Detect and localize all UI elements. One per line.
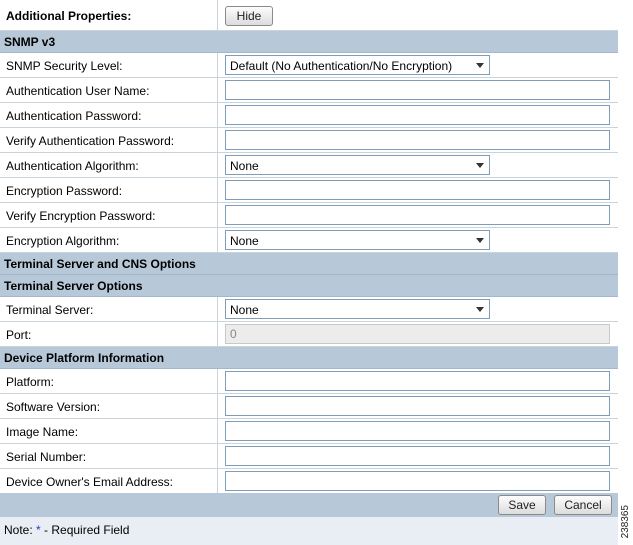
chevron-down-icon (476, 63, 484, 68)
owner-email-row: Device Owner's Email Address: (0, 469, 618, 494)
verify-encryption-password-input[interactable] (225, 205, 610, 225)
verify-auth-password-input[interactable] (225, 130, 610, 150)
serial-number-row: Serial Number: (0, 444, 618, 469)
encryption-algorithm-row: Encryption Algorithm: None (0, 228, 618, 253)
auth-algorithm-select[interactable]: None (225, 155, 490, 175)
auth-user-name-input[interactable] (225, 80, 610, 100)
encryption-password-row: Encryption Password: (0, 178, 618, 203)
terminal-server-cns-section-header: Terminal Server and CNS Options (0, 253, 618, 275)
encryption-password-input[interactable] (225, 180, 610, 200)
verify-auth-password-label: Verify Authentication Password: (6, 134, 175, 148)
terminal-server-label: Terminal Server: (6, 303, 94, 317)
serial-number-label: Serial Number: (6, 450, 87, 464)
auth-user-name-row: Authentication User Name: (0, 78, 618, 103)
snmp-security-level-select[interactable]: Default (No Authentication/No Encryption… (225, 55, 490, 75)
verify-encryption-password-row: Verify Encryption Password: (0, 203, 618, 228)
port-input (225, 324, 610, 344)
auth-algorithm-label: Authentication Algorithm: (6, 159, 139, 173)
encryption-algorithm-select[interactable]: None (225, 230, 490, 250)
auth-password-input[interactable] (225, 105, 610, 125)
port-row: Port: (0, 322, 618, 347)
software-version-row: Software Version: (0, 394, 618, 419)
terminal-server-row: Terminal Server: None (0, 297, 618, 322)
port-label: Port: (6, 328, 32, 342)
auth-password-row: Authentication Password: (0, 103, 618, 128)
image-name-label: Image Name: (6, 425, 79, 439)
auth-user-name-label: Authentication User Name: (6, 84, 150, 98)
verify-encryption-password-label: Verify Encryption Password: (6, 209, 156, 223)
encryption-algorithm-label: Encryption Algorithm: (6, 234, 120, 248)
owner-email-input[interactable] (225, 471, 610, 491)
verify-auth-password-row: Verify Authentication Password: (0, 128, 618, 153)
software-version-label: Software Version: (6, 400, 101, 414)
snmp-security-level-row: SNMP Security Level: Default (No Authent… (0, 53, 618, 78)
required-field-note: Note: * - Required Field (0, 517, 618, 545)
chevron-down-icon (476, 163, 484, 168)
software-version-input[interactable] (225, 396, 610, 416)
terminal-server-options-subheader: Terminal Server Options (0, 275, 618, 297)
action-bar: Save Cancel (0, 493, 618, 517)
terminal-server-select[interactable]: None (225, 299, 490, 319)
platform-input[interactable] (225, 371, 610, 391)
hide-button[interactable]: Hide (225, 6, 273, 26)
save-button[interactable]: Save (498, 495, 546, 515)
chevron-down-icon (476, 238, 484, 243)
snmp-security-level-label: SNMP Security Level: (6, 59, 123, 73)
snmp-v3-section-header: SNMP v3 (0, 31, 618, 53)
image-name-input[interactable] (225, 421, 610, 441)
auth-password-label: Authentication Password: (6, 109, 142, 123)
platform-row: Platform: (0, 369, 618, 394)
device-properties-form: Additional Properties: Hide SNMP v3 SNMP… (0, 0, 618, 494)
image-name-row: Image Name: (0, 419, 618, 444)
auth-algorithm-row: Authentication Algorithm: None (0, 153, 618, 178)
owner-email-label: Device Owner's Email Address: (6, 475, 174, 489)
additional-properties-row: Additional Properties: Hide (0, 0, 618, 31)
encryption-password-label: Encryption Password: (6, 184, 123, 198)
platform-label: Platform: (6, 375, 55, 389)
serial-number-input[interactable] (225, 446, 610, 466)
cancel-button[interactable]: Cancel (554, 495, 612, 515)
chevron-down-icon (476, 307, 484, 312)
device-platform-section-header: Device Platform Information (0, 347, 618, 369)
additional-properties-label: Additional Properties: (6, 9, 132, 23)
figure-id: 238365 (620, 505, 631, 539)
